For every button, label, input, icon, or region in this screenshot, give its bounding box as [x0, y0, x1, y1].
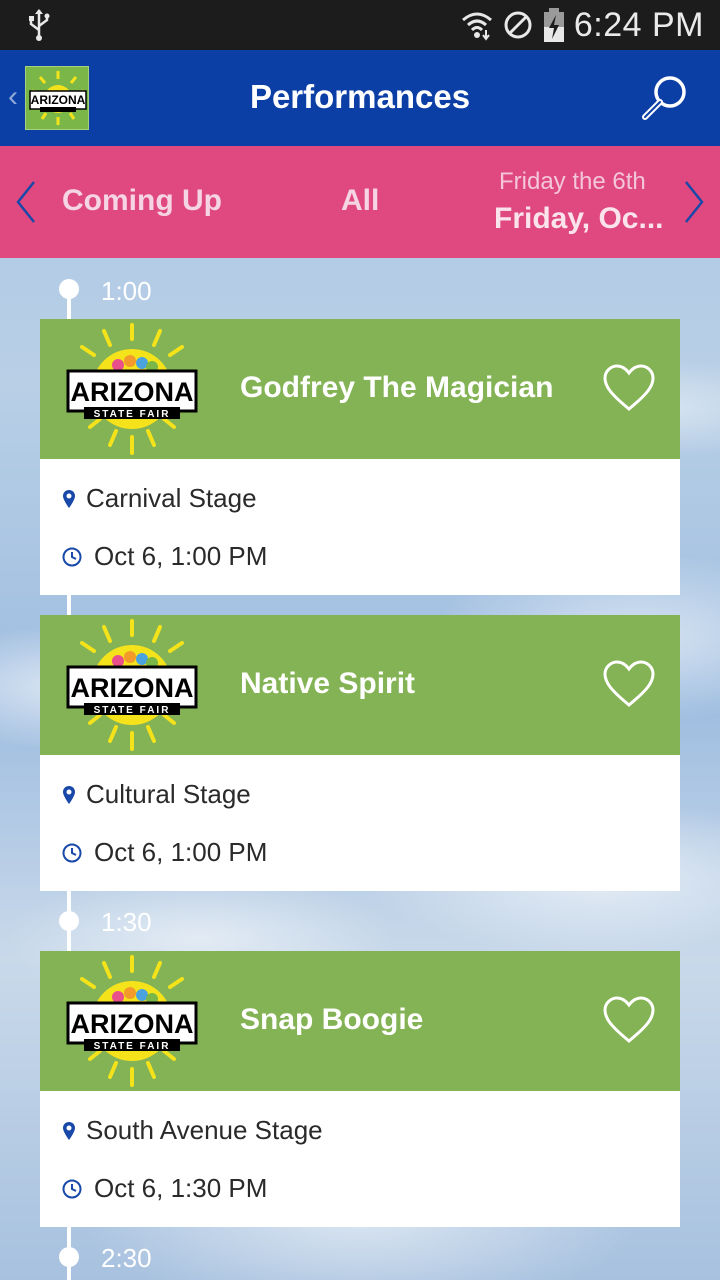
svg-text:STATE FAIR: STATE FAIR — [94, 409, 171, 420]
heart-icon[interactable] — [602, 363, 656, 413]
app-bar: ‹ ARIZONA Performances — [0, 50, 720, 146]
performance-datetime: Oct 6, 1:00 PM — [94, 541, 268, 571]
performance-datetime: Oct 6, 1:30 PM — [94, 1173, 268, 1203]
status-bar: 6:24 PM — [0, 0, 720, 50]
performance-card-body[interactable]: South Avenue Stage Oct 6, 1:30 PM — [40, 1091, 680, 1227]
svg-text:STATE FAIR: STATE FAIR — [94, 1041, 171, 1052]
performance-datetime: Oct 6, 1:00 PM — [94, 837, 268, 867]
battery-charging-icon — [543, 8, 564, 42]
svg-text:ARIZONA: ARIZONA — [71, 673, 194, 703]
page-title: Performances — [249, 78, 471, 115]
filter-all[interactable]: All — [341, 184, 379, 218]
performance-card-body[interactable]: Cultural Stage Oct 6, 1:00 PM — [40, 755, 680, 891]
filter-coming-up[interactable]: Coming Up — [62, 184, 222, 218]
performance-card[interactable]: ARIZONA STATE FAIR Native Spirit Cultura… — [40, 615, 680, 891]
timeline-time-label: 2:30 — [101, 1243, 152, 1273]
performance-title: Godfrey The Magician — [240, 371, 554, 404]
arizona-state-fair-logo: ARIZONA STATE FAIR — [66, 619, 198, 751]
search-icon[interactable] — [640, 72, 692, 124]
timeline-marker — [59, 279, 79, 299]
performance-card-header[interactable]: ARIZONA STATE FAIR Snap Boogie — [40, 951, 680, 1091]
arizona-state-fair-logo: ARIZONA STATE FAIR — [66, 323, 198, 455]
svg-text:STATE FAIR: STATE FAIR — [94, 705, 171, 716]
performance-title: Snap Boogie — [240, 1003, 424, 1036]
location-pin-icon — [63, 1121, 75, 1140]
performance-venue: South Avenue Stage — [86, 1115, 323, 1145]
location-pin-icon — [63, 489, 75, 508]
usb-icon — [29, 9, 50, 41]
wifi-icon — [461, 12, 492, 41]
clock-icon — [62, 547, 82, 566]
performance-title: Native Spirit — [240, 667, 416, 700]
performance-card-body[interactable]: Carnival Stage Oct 6, 1:00 PM — [40, 459, 680, 595]
filter-bar: Coming Up All Friday the 6th Friday, Oc.… — [0, 146, 720, 258]
filter-day-subtitle[interactable]: Friday the 6th — [499, 168, 646, 196]
performance-card-header[interactable]: ARIZONA STATE FAIR Godfrey The Magician — [40, 319, 680, 459]
filter-day-title[interactable]: Friday, Oc... — [494, 202, 664, 236]
arizona-state-fair-logo: ARIZONA STATE FAIR — [66, 955, 198, 1087]
chevron-right-icon[interactable] — [682, 180, 706, 224]
timeline-marker — [59, 1247, 79, 1267]
performance-card-header[interactable]: ARIZONA STATE FAIR Native Spirit — [40, 615, 680, 755]
status-time: 6:24 PM — [573, 5, 704, 44]
svg-text:ARIZONA: ARIZONA — [71, 1009, 194, 1039]
timeline-time-label: 1:30 — [101, 907, 152, 937]
chevron-left-icon[interactable] — [14, 180, 38, 224]
timeline-marker — [59, 911, 79, 931]
performance-venue: Carnival Stage — [86, 483, 257, 513]
heart-icon[interactable] — [602, 659, 656, 709]
clock-icon — [62, 1179, 82, 1198]
timeline-time-label: 1:00 — [101, 276, 152, 306]
performance-card[interactable]: ARIZONA STATE FAIR Snap Boogie South Ave… — [40, 951, 680, 1227]
clock-icon — [62, 843, 82, 862]
location-pin-icon — [63, 785, 75, 804]
svg-text:ARIZONA: ARIZONA — [71, 377, 194, 407]
performance-card[interactable]: ARIZONA STATE FAIR Godfrey The Magician … — [40, 319, 680, 595]
no-signal-icon — [504, 11, 532, 39]
heart-icon[interactable] — [602, 995, 656, 1045]
performance-venue: Cultural Stage — [86, 779, 251, 809]
